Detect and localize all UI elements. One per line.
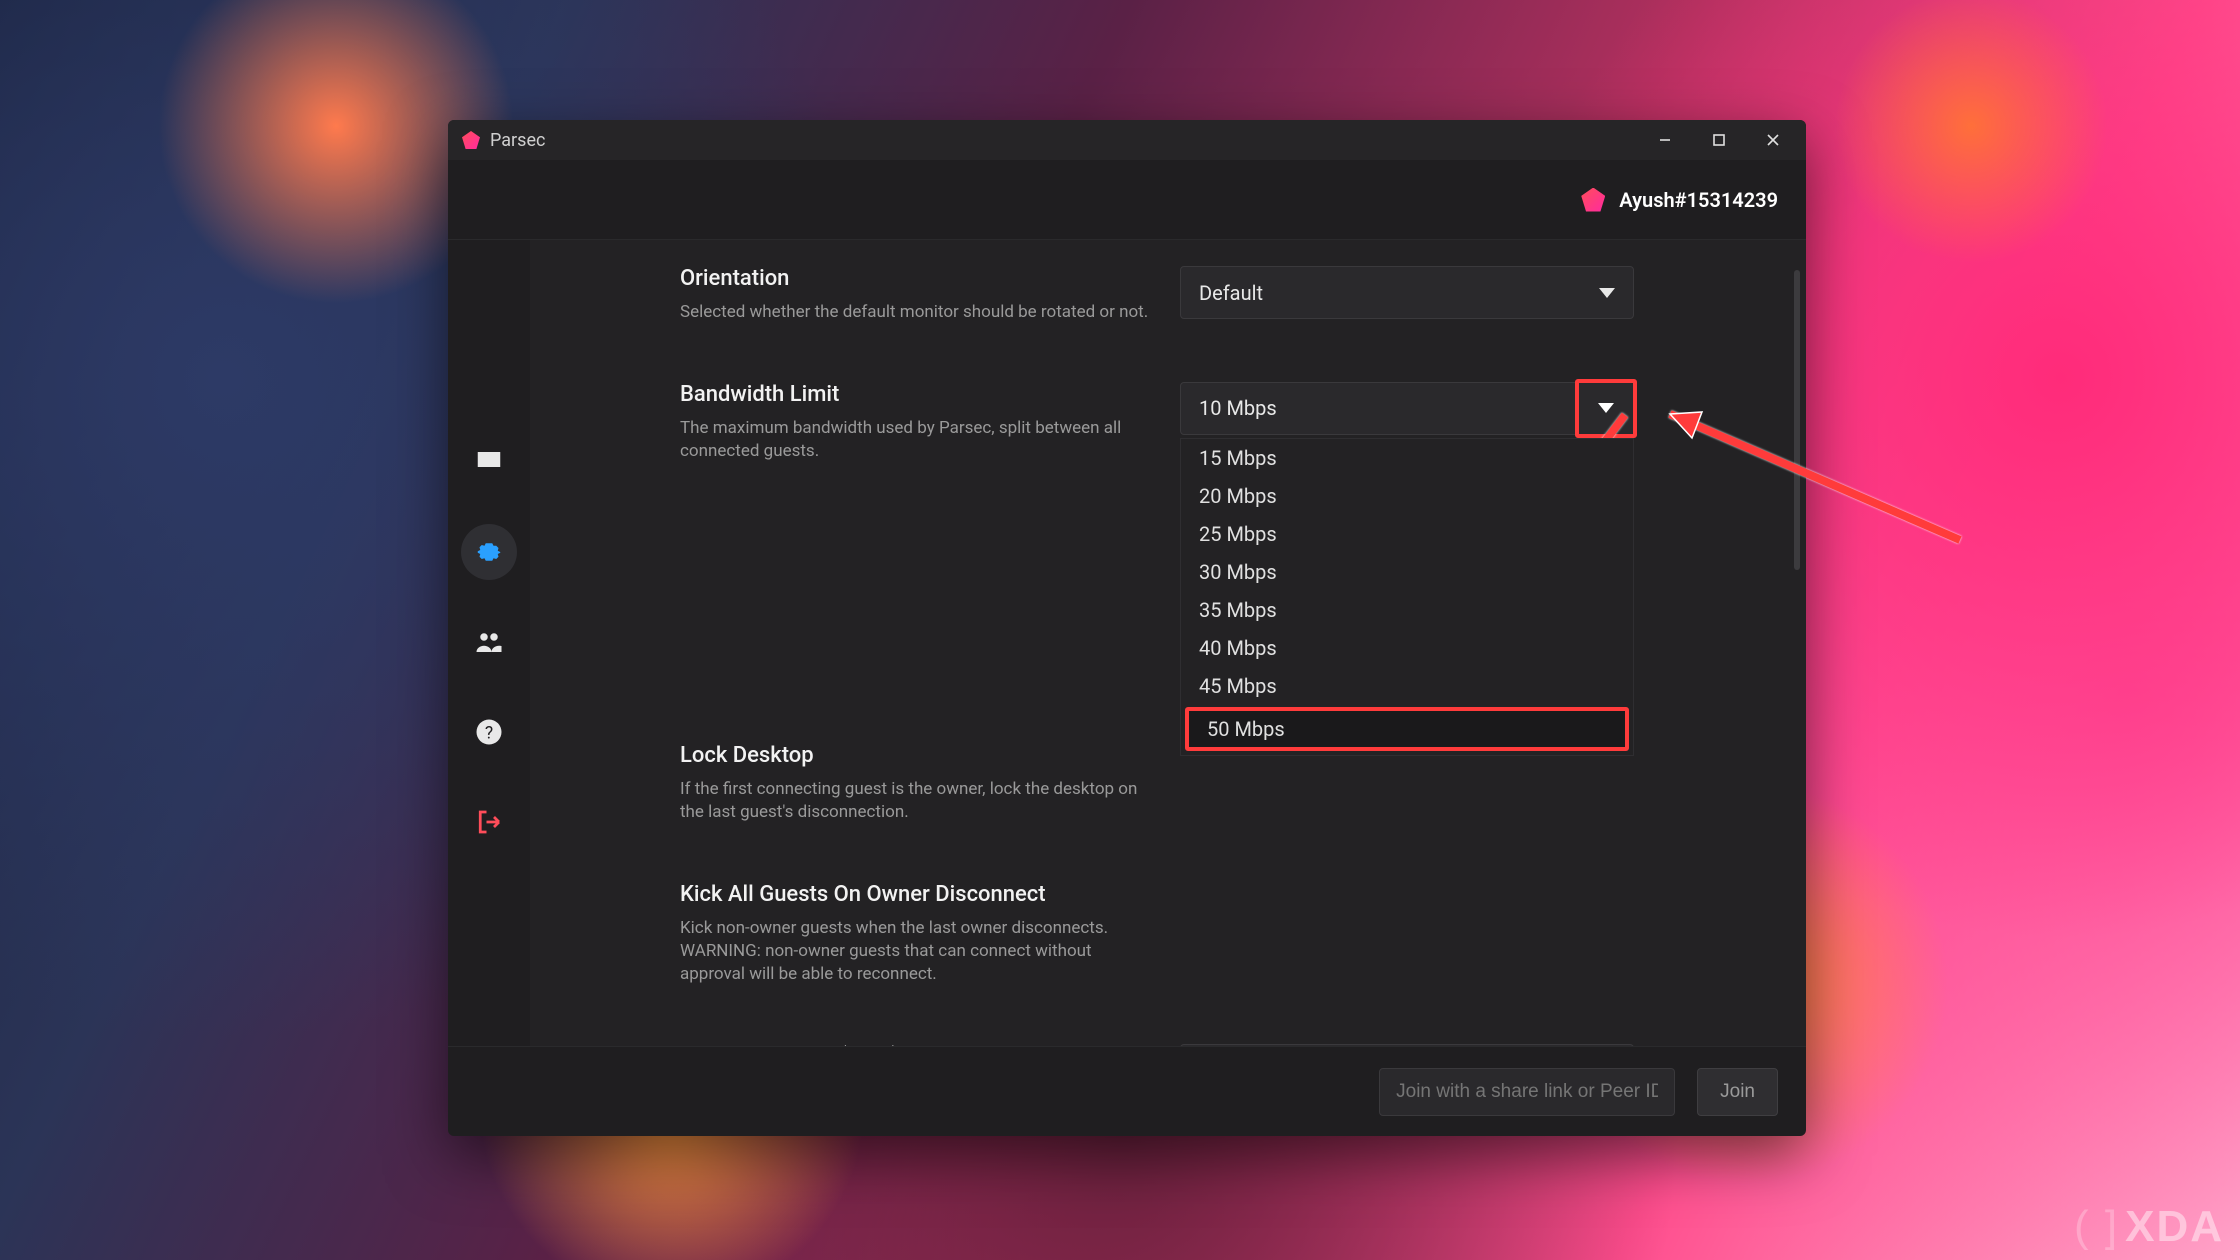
bandwidth-option[interactable]: 15 Mbps — [1181, 439, 1633, 477]
bandwidth-option[interactable]: 40 Mbps — [1181, 629, 1633, 667]
sidebar: ? — [448, 240, 530, 1046]
join-button[interactable]: Join — [1697, 1068, 1778, 1116]
virtual-displays-select[interactable]: None — [1180, 1044, 1634, 1047]
setting-desc: The maximum bandwidth used by Parsec, sp… — [680, 417, 1150, 463]
setting-title: Lock Desktop — [680, 743, 1150, 768]
logout-icon — [474, 807, 504, 837]
settings-content: Orientation Selected whether the default… — [530, 240, 1806, 1046]
chevron-down-icon — [1598, 403, 1614, 413]
setting-desc: Selected whether the default monitor sho… — [680, 301, 1150, 324]
sidebar-item-computers[interactable] — [467, 440, 511, 484]
window-maximize-button[interactable] — [1692, 120, 1746, 160]
bandwidth-option-highlighted[interactable]: 50 Mbps — [1185, 707, 1629, 751]
parsec-window: Parsec Ayush#15314239 ? — [448, 120, 1806, 1136]
account-username[interactable]: Ayush#15314239 — [1619, 188, 1778, 212]
app-title: Parsec — [490, 130, 545, 151]
setting-kick-guests: Kick All Guests On Owner Disconnect Kick… — [680, 882, 1774, 986]
bandwidth-option[interactable]: 25 Mbps — [1181, 515, 1633, 553]
parsec-logo-icon — [1581, 188, 1605, 212]
bandwidth-option[interactable]: 20 Mbps — [1181, 477, 1633, 515]
xda-watermark: ( ]XDA — [2074, 1202, 2224, 1252]
window-minimize-button[interactable] — [1638, 120, 1692, 160]
parsec-logo-icon — [462, 131, 480, 149]
setting-orientation: Orientation Selected whether the default… — [680, 266, 1774, 324]
sidebar-item-help[interactable]: ? — [467, 710, 511, 754]
sidebar-item-settings[interactable] — [467, 530, 511, 574]
help-icon: ? — [474, 717, 504, 747]
setting-title: Orientation — [680, 266, 1150, 291]
sidebar-item-logout[interactable] — [467, 800, 511, 844]
users-icon — [474, 627, 504, 657]
chevron-down-icon — [1599, 288, 1615, 298]
bandwidth-option[interactable]: 45 Mbps — [1181, 667, 1633, 705]
monitor-icon — [474, 447, 504, 477]
bandwidth-options-dropdown: 15 Mbps 20 Mbps 25 Mbps 30 Mbps 35 Mbps … — [1180, 438, 1634, 756]
bandwidth-option[interactable]: 35 Mbps — [1181, 591, 1633, 629]
select-value: 10 Mbps — [1199, 396, 1277, 420]
gear-icon — [474, 537, 504, 567]
setting-desc: If the first connecting guest is the own… — [680, 778, 1150, 824]
svg-text:?: ? — [485, 723, 493, 743]
setting-title: Kick All Guests On Owner Disconnect — [680, 882, 1150, 907]
bandwidth-select[interactable]: 10 Mbps — [1180, 382, 1634, 435]
account-bar: Ayush#15314239 — [448, 160, 1806, 240]
join-peer-input[interactable] — [1379, 1068, 1675, 1116]
setting-virtual-displays: Virtual Displays (Beta) WARP Add additio… — [680, 1044, 1774, 1047]
titlebar: Parsec — [448, 120, 1806, 160]
setting-title: Virtual Displays (Beta) WARP — [680, 1044, 1150, 1047]
footer: Join — [448, 1046, 1806, 1136]
window-close-button[interactable] — [1746, 120, 1800, 160]
annotation-highlight-box — [1575, 379, 1637, 438]
setting-desc: Kick non-owner guests when the last owne… — [680, 917, 1150, 986]
sidebar-item-friends[interactable] — [467, 620, 511, 664]
setting-title: Bandwidth Limit — [680, 382, 1150, 407]
orientation-select[interactable]: Default — [1180, 266, 1634, 319]
scrollbar[interactable] — [1794, 270, 1800, 570]
select-value: Default — [1199, 281, 1263, 305]
bandwidth-option[interactable]: 30 Mbps — [1181, 553, 1633, 591]
setting-bandwidth-limit: Bandwidth Limit The maximum bandwidth us… — [680, 382, 1774, 463]
